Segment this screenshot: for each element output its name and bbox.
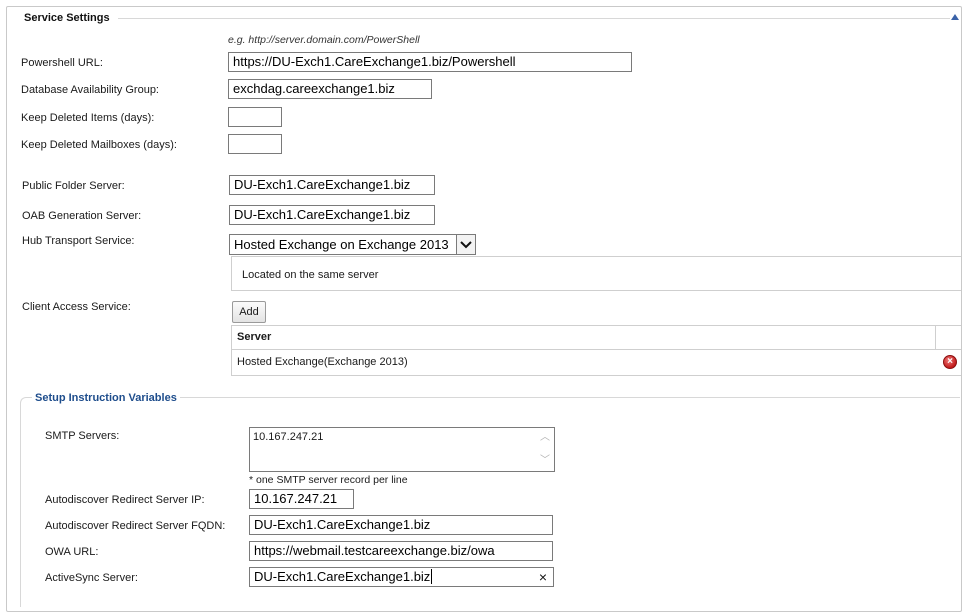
public-folder-server-label: Public Folder Server: [22, 180, 125, 192]
activesync-server-input[interactable]: DU-Exch1.CareExchange1.biz × [249, 567, 554, 587]
autodiscover-ip-input[interactable]: 10.167.247.21 [249, 489, 354, 509]
table-header: Server [232, 326, 961, 350]
scroll-down-icon[interactable]: ﹀ [539, 455, 551, 467]
keep-deleted-items-label: Keep Deleted Items (days): [21, 112, 155, 124]
powershell-url-input[interactable]: https://DU-Exch1.CareExchange1.biz/Power… [228, 52, 632, 72]
dag-input[interactable]: exchdag.careexchange1.biz [228, 79, 432, 99]
smtp-servers-textarea[interactable]: 10.167.247.21 ︿ ﹀ [249, 427, 555, 472]
owa-url-input[interactable]: https://webmail.testcareexchange.biz/owa [249, 541, 553, 561]
powershell-url-label: Powershell URL: [21, 57, 103, 69]
section-divider [118, 18, 950, 19]
setup-variables-title: Setup Instruction Variables [32, 392, 180, 404]
oab-generation-server-label: OAB Generation Server: [22, 210, 142, 222]
scroll-up-icon[interactable]: ︿ [539, 432, 551, 444]
server-cell: Hosted Exchange(Exchange 2013) [237, 356, 408, 368]
dag-label: Database Availability Group: [21, 84, 159, 96]
autodiscover-ip-label: Autodiscover Redirect Server IP: [45, 494, 205, 506]
public-folder-server-input[interactable]: DU-Exch1.CareExchange1.biz [229, 175, 435, 195]
smtp-servers-label: SMTP Servers: [45, 430, 120, 442]
smtp-servers-hint: * one SMTP server record per line [249, 474, 408, 486]
smtp-servers-value: 10.167.247.21 [253, 431, 324, 443]
hub-transport-note: Located on the same server [242, 269, 379, 281]
chevron-down-icon[interactable] [456, 235, 475, 254]
hub-transport-selected: Hosted Exchange on Exchange 2013 [234, 237, 449, 252]
powershell-url-hint: e.g. http://server.domain.com/PowerShell [228, 34, 420, 46]
hub-transport-info-box: Located on the same server [231, 256, 961, 291]
clear-x-icon[interactable]: × [539, 568, 547, 586]
table-row: Hosted Exchange(Exchange 2013) [232, 350, 961, 375]
add-server-button[interactable]: Add [232, 301, 266, 323]
autodiscover-fqdn-label: Autodiscover Redirect Server FQDN: [45, 520, 226, 532]
service-settings-title: Service Settings [24, 12, 110, 24]
oab-generation-server-input[interactable]: DU-Exch1.CareExchange1.biz [229, 205, 435, 225]
activesync-server-label: ActiveSync Server: [45, 572, 138, 584]
delete-circle-icon[interactable]: × [943, 355, 957, 369]
client-access-label: Client Access Service: [22, 301, 131, 313]
server-column-header: Server [237, 331, 272, 343]
keep-deleted-mailboxes-input[interactable] [228, 134, 282, 154]
activesync-server-value: DU-Exch1.CareExchange1.biz [254, 569, 431, 584]
keep-deleted-items-input[interactable] [228, 107, 282, 127]
keep-deleted-mailboxes-label: Keep Deleted Mailboxes (days): [21, 139, 177, 151]
hub-transport-select[interactable]: Hosted Exchange on Exchange 2013 [229, 234, 476, 255]
client-access-table: Server Hosted Exchange(Exchange 2013) × [231, 325, 961, 376]
column-divider [935, 326, 936, 349]
hub-transport-label: Hub Transport Service: [22, 235, 135, 247]
owa-url-label: OWA URL: [45, 546, 99, 558]
collapse-up-icon[interactable] [951, 14, 959, 20]
autodiscover-fqdn-input[interactable]: DU-Exch1.CareExchange1.biz [249, 515, 553, 535]
